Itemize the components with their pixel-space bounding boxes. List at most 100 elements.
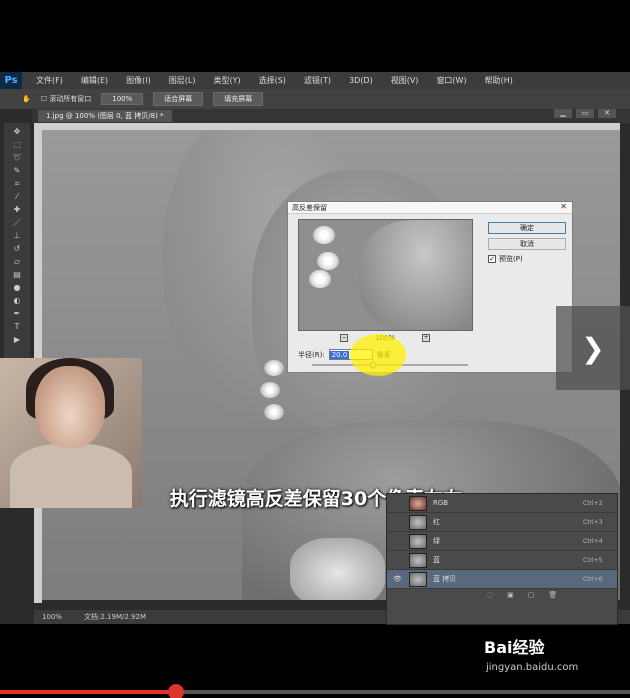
channel-shortcut: Ctrl+4 — [583, 537, 603, 545]
menu-3d[interactable]: 3D(D) — [349, 76, 373, 85]
type-tool-icon[interactable]: T — [10, 322, 24, 332]
menu-type[interactable]: 类型(Y) — [213, 75, 240, 86]
cursor-highlight — [350, 334, 406, 376]
video-scrubber-handle[interactable] — [168, 684, 185, 698]
stamp-tool-icon[interactable]: ⊥ — [10, 231, 24, 241]
channel-shortcut: Ctrl+5 — [583, 556, 603, 564]
cancel-button[interactable]: 取消 — [488, 238, 566, 250]
channel-row-active[interactable]: 👁 蓝 拷贝 Ctrl+6 — [387, 570, 617, 589]
video-progress-fill — [0, 690, 177, 694]
window-controls: ▁ ▭ ✕ — [554, 109, 616, 118]
eraser-tool-icon[interactable]: ▱ — [10, 257, 24, 267]
channels-panel: RGB Ctrl+2 红 Ctrl+3 绿 Ctrl+4 蓝 Ctrl+5 👁 … — [386, 493, 618, 625]
move-tool-icon[interactable]: ✥ — [10, 127, 24, 137]
menu-file[interactable]: 文件(F) — [36, 75, 63, 86]
channels-footer: ◌ ▣ ▢ 🗑 — [387, 589, 617, 601]
ps-logo: Ps — [0, 72, 22, 89]
blur-tool-icon[interactable]: ● — [10, 283, 24, 293]
menu-edit[interactable]: 编辑(E) — [81, 75, 108, 86]
menu-window[interactable]: 窗口(W) — [436, 75, 466, 86]
menu-help[interactable]: 帮助(H) — [485, 75, 513, 86]
checkmark-icon: ✓ — [488, 255, 496, 263]
channel-thumbnail — [409, 533, 427, 549]
earring-gem — [264, 404, 284, 420]
hand-icon: ✋ — [22, 95, 31, 103]
ok-button[interactable]: 确定 — [488, 222, 566, 234]
channel-shortcut: Ctrl+2 — [583, 499, 603, 507]
presenter-face — [35, 366, 105, 448]
dialog-close-icon[interactable]: ✕ — [560, 202, 567, 211]
high-pass-dialog: 高反差保留 ✕ 确定 取消 ✓ 预览(P) − 100% + 半径(R): 20… — [287, 201, 573, 373]
brush-tool-icon[interactable]: ／ — [10, 218, 24, 228]
video-frame: Ps 文件(F) 编辑(E) 图像(I) 图层(L) 类型(Y) 选择(S) 滤… — [0, 0, 630, 698]
channel-shortcut: Ctrl+6 — [583, 575, 603, 583]
preview-gem — [317, 252, 339, 270]
eye-icon[interactable]: 👁 — [393, 575, 403, 583]
channel-row[interactable]: RGB Ctrl+2 — [387, 494, 617, 513]
document-tab[interactable]: 1.jpg @ 100% (图层 0, 蓝 拷贝/8) * — [38, 110, 172, 122]
status-zoom: 100% — [42, 613, 63, 621]
dodge-tool-icon[interactable]: ◐ — [10, 296, 24, 306]
scroll-all-checkbox[interactable]: ☐ 滚动所有窗口 — [41, 94, 92, 104]
minimize-icon[interactable]: ▁ — [554, 109, 572, 118]
channel-name: RGB — [433, 499, 449, 507]
menu-layer[interactable]: 图层(L) — [169, 75, 196, 86]
channel-name: 蓝 — [433, 556, 440, 564]
earring-gem — [264, 360, 284, 376]
next-slide-button[interactable]: ❯ — [556, 306, 630, 390]
channel-thumbnail — [409, 571, 427, 587]
trash-icon[interactable]: 🗑 — [548, 591, 557, 599]
path-select-tool-icon[interactable]: ▶ — [10, 335, 24, 345]
eyedropper-tool-icon[interactable]: ⁄ — [10, 192, 24, 202]
chevron-right-icon: ❯ — [581, 331, 605, 365]
top-ruler — [42, 123, 620, 130]
quick-select-tool-icon[interactable]: ✎ — [10, 166, 24, 176]
history-brush-icon[interactable]: ↺ — [10, 244, 24, 254]
zoom-100-button[interactable]: 100% — [101, 93, 144, 105]
channel-name: 红 — [433, 518, 440, 526]
channel-row[interactable]: 绿 Ctrl+4 — [387, 532, 617, 551]
video-progress-bar[interactable] — [0, 690, 630, 694]
crop-tool-icon[interactable]: ⌗ — [10, 179, 24, 189]
channel-thumbnail — [409, 514, 427, 530]
channel-thumbnail — [409, 552, 427, 568]
tools-panel: ✥ ⬚ ➰ ✎ ⌗ ⁄ ✚ ／ ⊥ ↺ ▱ ▤ ● ◐ ✒ T ▶ — [4, 123, 30, 363]
document-tab-bar: 1.jpg @ 100% (图层 0, 蓝 拷贝/8) * — [32, 109, 630, 123]
marquee-tool-icon[interactable]: ⬚ — [10, 140, 24, 150]
channel-row[interactable]: 蓝 Ctrl+5 — [387, 551, 617, 570]
healing-tool-icon[interactable]: ✚ — [10, 205, 24, 215]
preview-gem — [313, 226, 335, 244]
new-channel-icon[interactable]: ▢ — [528, 591, 535, 599]
earring-gem — [260, 382, 280, 398]
fit-screen-button[interactable]: 适合屏幕 — [153, 92, 204, 106]
menu-select[interactable]: 选择(S) — [259, 75, 286, 86]
hand-region — [290, 538, 385, 600]
load-selection-icon[interactable]: ◌ — [487, 591, 493, 599]
menu-view[interactable]: 视图(V) — [391, 75, 419, 86]
fill-screen-button[interactable]: 填充屏幕 — [213, 92, 264, 106]
lasso-tool-icon[interactable]: ➰ — [10, 153, 24, 163]
save-selection-icon[interactable]: ▣ — [507, 591, 514, 599]
preview-face-region — [359, 220, 472, 330]
channel-thumbnail — [409, 495, 427, 511]
gradient-tool-icon[interactable]: ▤ — [10, 270, 24, 280]
filter-preview[interactable] — [298, 219, 473, 331]
close-icon[interactable]: ✕ — [598, 109, 616, 118]
zoom-out-icon[interactable]: − — [340, 334, 348, 342]
dialog-title: 高反差保留 — [288, 202, 572, 214]
menu-image[interactable]: 图像(I) — [126, 75, 151, 86]
zoom-in-icon[interactable]: + — [421, 334, 430, 342]
options-bar: ✋ ☐ 滚动所有窗口 100% 适合屏幕 填充屏幕 — [0, 89, 630, 109]
menu-filter[interactable]: 滤镜(T) — [304, 75, 331, 86]
baidu-watermark: Bai经验 — [484, 638, 545, 657]
radius-label: 半径(R): — [298, 350, 325, 359]
maximize-icon[interactable]: ▭ — [576, 109, 594, 118]
pen-tool-icon[interactable]: ✒ — [10, 309, 24, 319]
radius-value: 20.0 — [329, 350, 350, 359]
channel-row[interactable]: 红 Ctrl+3 — [387, 513, 617, 532]
channel-name: 绿 — [433, 537, 440, 545]
menu-bar: Ps 文件(F) 编辑(E) 图像(I) 图层(L) 类型(Y) 选择(S) 滤… — [0, 72, 630, 89]
preview-gem — [309, 270, 331, 288]
watermark-url: jingyan.baidu.com — [486, 662, 579, 673]
preview-checkbox[interactable]: ✓ 预览(P) — [488, 254, 523, 264]
